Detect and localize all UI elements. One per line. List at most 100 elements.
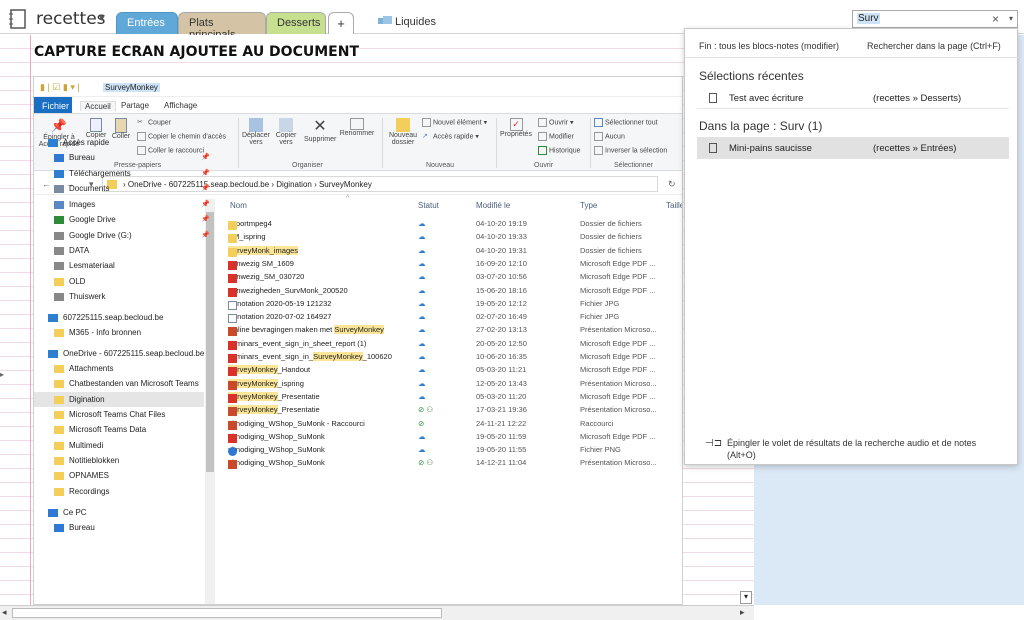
file-type: Présentation Microso... <box>580 325 657 335</box>
nav-item-label: Digination <box>69 395 105 404</box>
file-name-part: SurveyMonkey <box>334 325 384 335</box>
pin-pane-button[interactable]: Épingler le volet de résultats de la rec… <box>727 437 1007 461</box>
cloud-icon: ☁ <box>418 391 426 401</box>
notebook-icon[interactable] <box>8 8 28 30</box>
scroll-right-icon[interactable]: ▸ <box>740 607 745 618</box>
nav-item-label: Google Drive (G:) <box>69 231 132 240</box>
nav-item: Thuiswerk <box>54 289 214 304</box>
result-title: Mini-pains saucisse <box>729 143 812 154</box>
pdf-file-icon <box>228 260 237 270</box>
copy-to-icon <box>279 118 293 132</box>
search-in-page-link[interactable]: Rechercher dans la page (Ctrl+F) <box>867 41 1001 51</box>
desktop-icon <box>54 523 64 532</box>
nav-item-label: Google Drive <box>69 215 116 224</box>
file-name-part: uitnodiging_WShop_SuMonk <box>228 458 325 468</box>
file-name-part: uitnodiging_WShop_SuMonk <box>228 431 325 441</box>
file-name: aanwezigheden_SurvMonk_200520 <box>228 286 348 297</box>
pin-icon: 📌 <box>50 118 68 133</box>
file-date: 05-03-20 11:21 <box>476 365 527 375</box>
file-row: Online bevragingen maken met SurveyMonke… <box>228 323 678 337</box>
file-name-part: aanwezig SM_1609 <box>228 258 294 268</box>
file-date: 17-03-21 19:36 <box>476 405 527 415</box>
tab-desserts[interactable]: Desserts <box>266 12 326 34</box>
ppt-file-icon <box>228 460 237 470</box>
pin-icon[interactable]: ⊣⊐ <box>705 438 722 449</box>
file-name-part: Annotation 2020-05-19 121232 <box>228 298 332 308</box>
search-result-item[interactable]: Mini-pains saucisse (recettes » Entrées) <box>697 137 1009 159</box>
pin-icon: 📌 <box>201 232 210 239</box>
page-title[interactable]: CAPTURE ECRAN AJOUTEE AU DOCUMENT <box>34 44 359 60</box>
file-row: SurveyMonkey_ispring ☁ 12-05-20 13:43 Prése… <box>228 377 678 390</box>
new-item-icon <box>422 118 431 127</box>
nav-item-label: OLD <box>69 277 86 286</box>
notebook-title[interactable]: recettes <box>36 9 106 29</box>
rename-label: Renommer <box>339 130 375 137</box>
file-name: SurveyMonkey_ispring <box>228 378 304 390</box>
in-page-heading: Dans la page : Surv (1) <box>699 119 823 133</box>
file-row: Annotation 2020-05-19 121232 ☁ 19-05-20 12… <box>228 297 678 310</box>
search-results-panel: Fin : tous les blocs-notes (modifier) Re… <box>684 28 1019 465</box>
collapse-arrow-icon[interactable]: ▸ <box>0 370 4 379</box>
scroll-left-icon[interactable]: ◂ <box>2 607 7 618</box>
new-folder-button: Nouveau dossier <box>386 118 420 146</box>
synced-shared-icon: ⊘ ⚇ <box>418 458 434 468</box>
search-input[interactable]: Surv × ▾ <box>852 10 1018 28</box>
open-button: Ouvrir ▾ <box>538 118 574 127</box>
jpg-file-icon <box>228 314 237 324</box>
nav-item: OneDrive - 607225115.seap.becloud.be <box>48 346 208 361</box>
pc-icon <box>48 508 58 517</box>
scroll-down-icon[interactable]: ▾ <box>740 591 752 604</box>
rename-button: Renommer <box>338 118 376 137</box>
delete-label: Supprimer <box>304 136 337 143</box>
file-name: SurveyMonkey_Presentatie <box>228 405 320 417</box>
file-name-part: _Presentatie <box>277 405 320 415</box>
folder-file-icon <box>228 221 237 230</box>
cut-button: ✂ Couper <box>137 118 171 127</box>
result-location: (recettes » Desserts) <box>873 93 962 104</box>
horizontal-scrollbar[interactable]: ◂ ▸ <box>0 605 754 620</box>
tab-plats-principals[interactable]: Plats principals <box>178 12 266 41</box>
nav-item: Images 📌 <box>54 197 214 212</box>
folder-file-icon <box>228 234 237 244</box>
file-name-part: Annotation 2020-07-02 164927 <box>228 312 332 322</box>
close-icon[interactable]: × <box>992 12 999 26</box>
file-date: 12-05-20 13:43 <box>476 378 527 388</box>
file-name: exportmpeg4 <box>228 219 272 230</box>
file-type: Microsoft Edge PDF ... <box>580 431 656 441</box>
scroll-thumb[interactable] <box>12 608 442 618</box>
cloud-icon: ☁ <box>418 338 426 348</box>
nav-item-label: Images <box>69 200 96 209</box>
cloud-icon: ☁ <box>418 352 426 361</box>
cloud-icon: ☁ <box>418 312 426 322</box>
file-row: uitnodiging_WShop_SuMonk - Raccourci ⊘ 24-… <box>228 417 678 430</box>
nav-item: Chatbestanden van Microsoft Teams <box>54 376 214 391</box>
file-list: ^ Nom Statut Modifié le Type Taille expo… <box>216 195 682 604</box>
nav-item-label: Recordings <box>69 487 110 496</box>
file-row: Annotation 2020-07-02 164927 ☁ 02-07-20 16… <box>228 310 678 324</box>
folder-icon <box>54 441 64 450</box>
nav-item-label: OPNAMES <box>69 471 110 480</box>
folder-icon <box>54 487 64 496</box>
tab-entrees[interactable]: Entrées <box>116 12 178 34</box>
nav-item: Microsoft Teams Chat Files <box>54 407 214 422</box>
nav-item: Google Drive 📌 <box>54 212 214 227</box>
move-label: Déplacer vers <box>241 132 270 146</box>
nav-item: Multimedi <box>54 438 214 453</box>
add-section-button[interactable]: + <box>328 12 354 34</box>
nav-item: Microsoft Teams Data <box>54 422 214 437</box>
cloud-icon: ☁ <box>418 245 426 255</box>
recent-result-item[interactable]: Test avec écriture (recettes » Desserts) <box>697 87 1009 109</box>
nav-item-label: M365 - Info bronnen <box>69 328 142 337</box>
properties-icon: ✓ <box>509 118 523 131</box>
select-none-icon <box>594 132 603 141</box>
drive-icon <box>54 246 64 255</box>
chevron-down-icon[interactable]: ▾ <box>1009 14 1013 23</box>
delete-icon: ✕ <box>313 118 327 135</box>
cloud-icon: ☁ <box>418 378 426 388</box>
section-group-liquides[interactable]: Liquides <box>395 16 436 28</box>
search-scope-link[interactable]: Fin : tous les blocs-notes (modifier) <box>699 41 839 51</box>
ribbon-separator <box>382 118 383 168</box>
new-item-button: Nouvel élément ▾ <box>422 118 487 127</box>
desktop-icon <box>54 153 64 162</box>
chevron-down-icon[interactable]: ▼ <box>97 13 107 24</box>
